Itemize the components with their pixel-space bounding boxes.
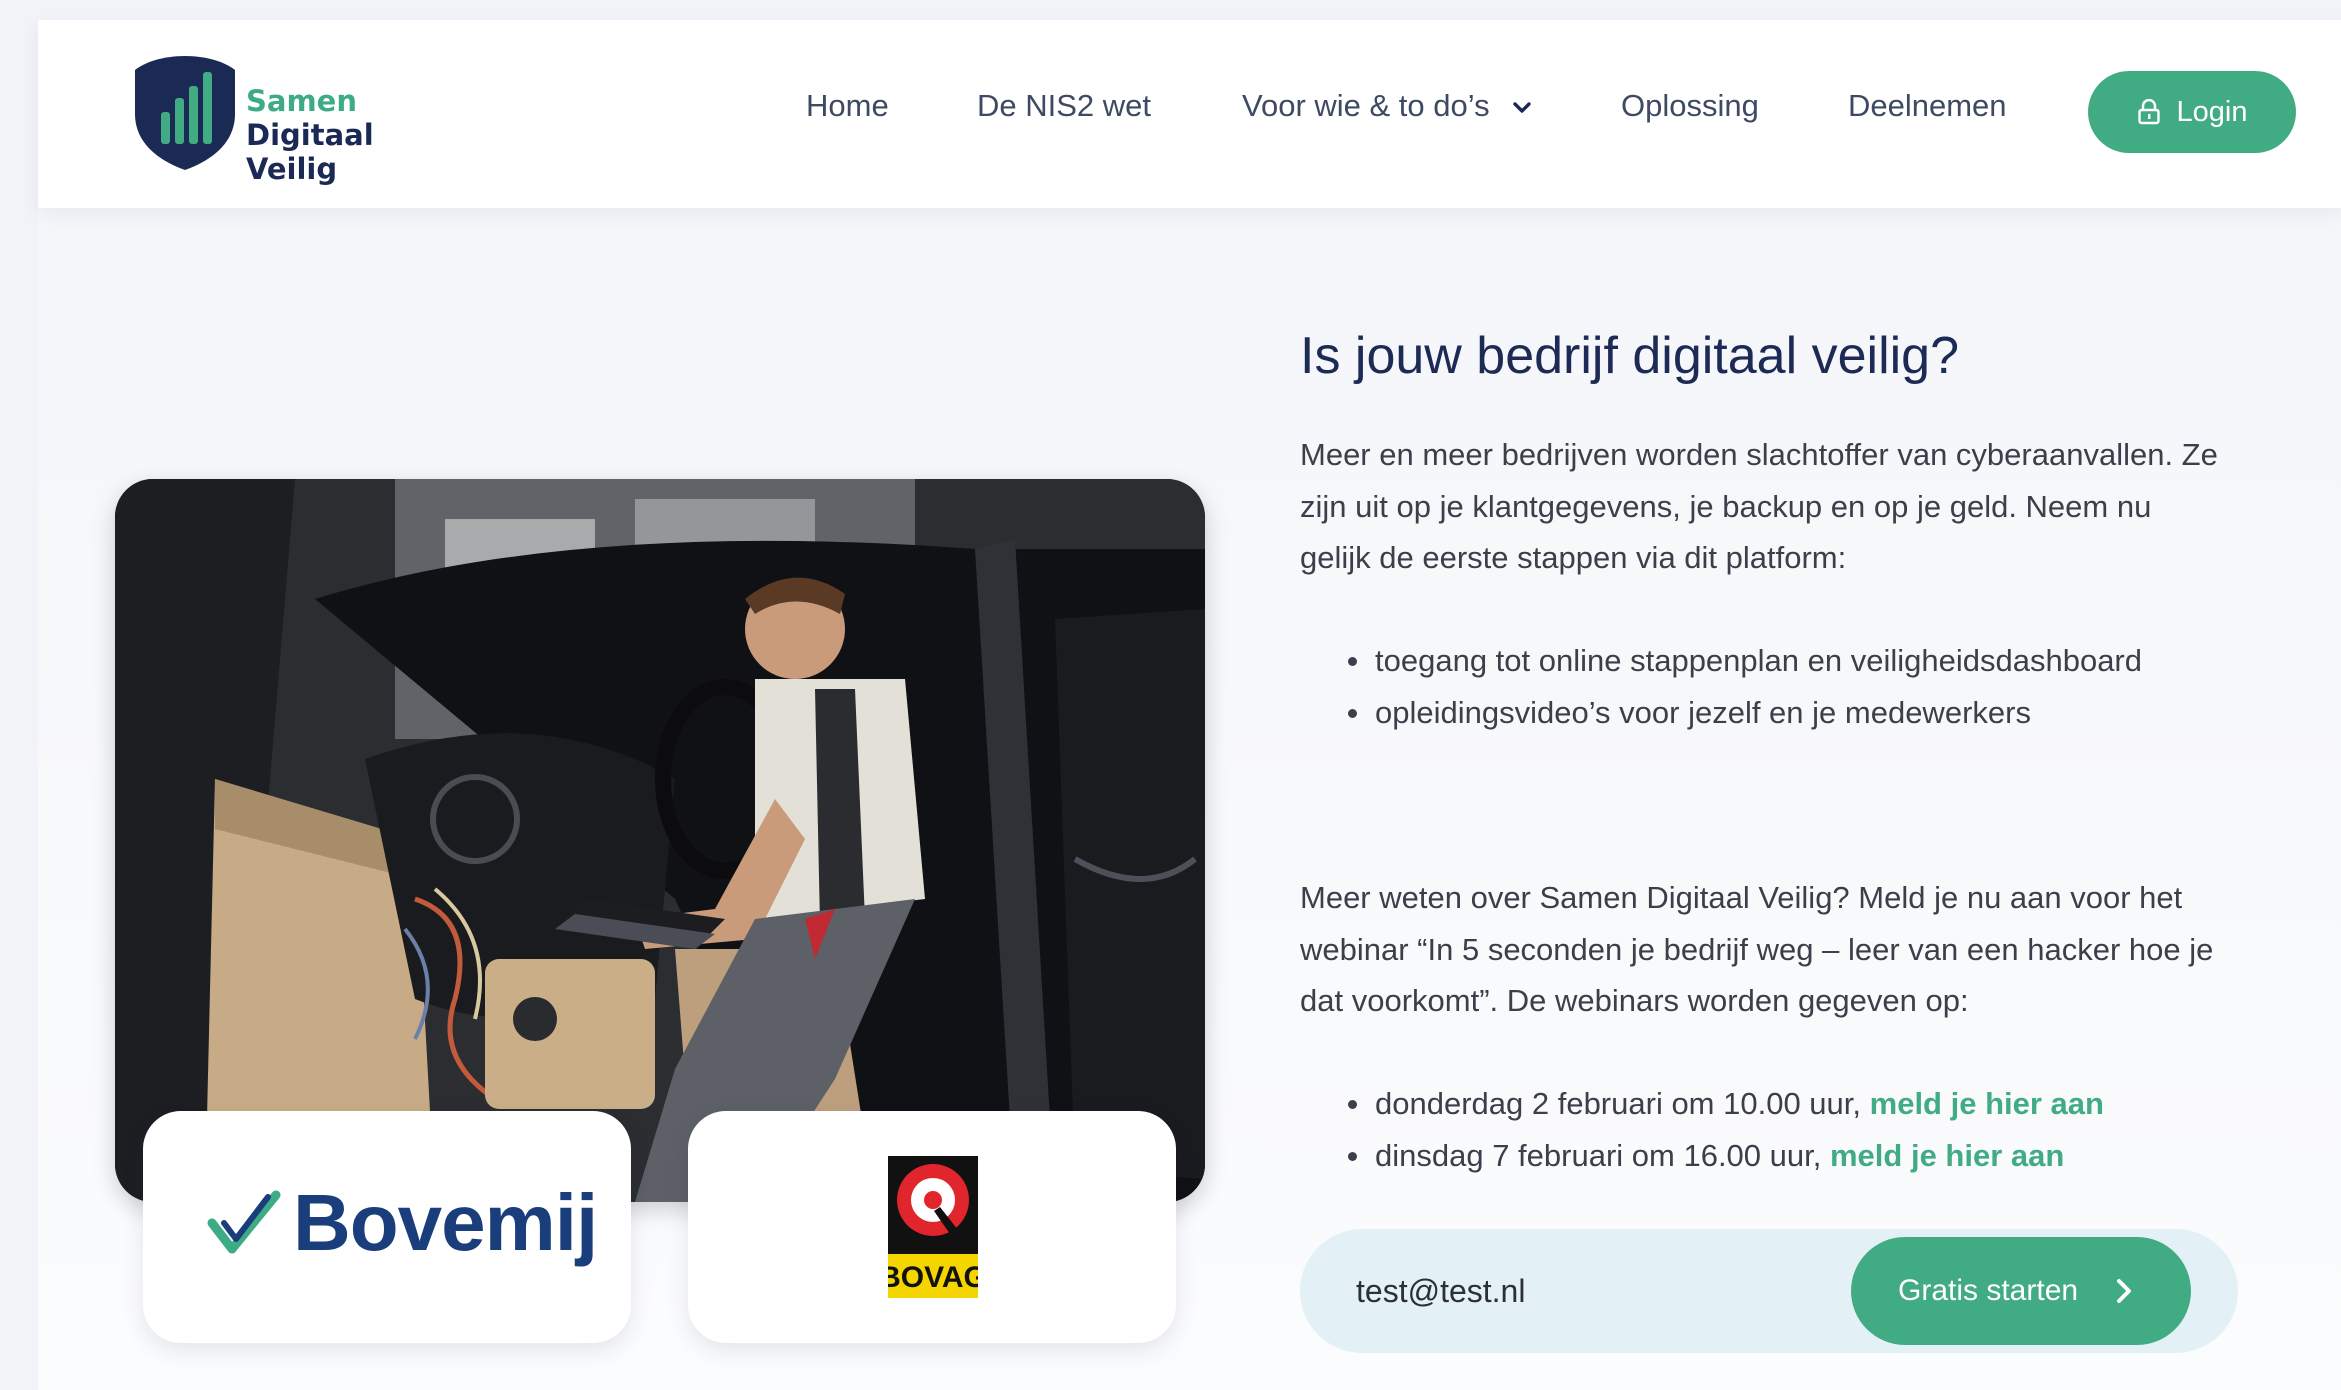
intro-paragraph: Meer en meer bedrijven worden slachtoffe… [1300,437,2218,575]
chevron-right-icon [2117,1279,2131,1303]
register-link-session-1[interactable]: meld je hier aan [1870,1086,2104,1121]
chevron-down-icon [1513,102,1531,113]
bovemij-logo: Bovemij [293,1178,598,1267]
checkmark-logo-icon [207,1190,281,1254]
nav-deelnemen[interactable]: Deelnemen [1848,88,2007,124]
page: Samen Digitaal Veilig Home De NIS2 wet V… [38,20,2341,1390]
nav-oplossing[interactable]: Oplossing [1621,88,1759,124]
list-item: toegang tot online stappenplan en veilig… [1348,635,2245,687]
register-link-session-2[interactable]: meld je hier aan [1830,1138,2064,1173]
brand-line-3: Veilig [246,152,338,186]
hero-photo-mechanic-in-car [115,479,1205,1202]
features-list: toegang tot online stappenplan en veilig… [1348,635,2245,739]
brand-line-2: Digitaal [246,118,374,152]
page-title: Is jouw bedrijf digitaal veilig? [1300,327,1960,385]
sessions-list: donderdag 2 februari om 10.00 uur, meld … [1348,1078,2245,1182]
site-header: Samen Digitaal Veilig Home De NIS2 wet V… [38,20,2341,208]
webinar-paragraph: Meer weten over Samen Digitaal Veilig? M… [1300,880,2214,1018]
gratis-starten-button[interactable]: Gratis starten [1851,1237,2191,1345]
partner-card-bovag: BOVAG [688,1111,1176,1343]
nav-voor-wie-dropdown[interactable]: Voor wie & to do’s [1242,88,1532,124]
cta-label: Gratis starten [1898,1274,2079,1307]
nav-voor-wie-label: Voor wie & to do’s [1242,88,1490,123]
session-text: donderdag 2 februari om 10.00 uur, [1375,1086,1862,1121]
session-text: dinsdag 7 februari om 16.00 uur, [1375,1137,1822,1173]
brand-line-1: Samen [246,84,357,118]
brand-wordmark: Samen Digitaal Veilig [246,84,374,186]
list-item: dinsdag 7 februari om 16.00 uur, meld je… [1348,1130,2245,1182]
brand-logo[interactable]: Samen Digitaal Veilig [133,54,423,194]
partner-card-bovemij: Bovemij [143,1111,631,1343]
shield-logo-icon [135,56,235,170]
hero-photo-illustration [115,479,1205,1202]
bovag-wordmark: BOVAG [888,1261,978,1294]
list-item: opleidingsvideo’s voor jezelf en je mede… [1348,687,2245,739]
login-label: Login [2176,95,2248,128]
nav-home[interactable]: Home [806,88,889,124]
list-item: donderdag 2 februari om 10.00 uur, meld … [1348,1078,2245,1130]
nav-nis2-wet[interactable]: De NIS2 wet [977,88,1151,124]
email-field[interactable] [1354,1257,1838,1325]
bovag-logo: BOVAG [888,1156,978,1298]
login-button[interactable]: Login [2088,71,2296,153]
lock-icon [2137,99,2160,125]
